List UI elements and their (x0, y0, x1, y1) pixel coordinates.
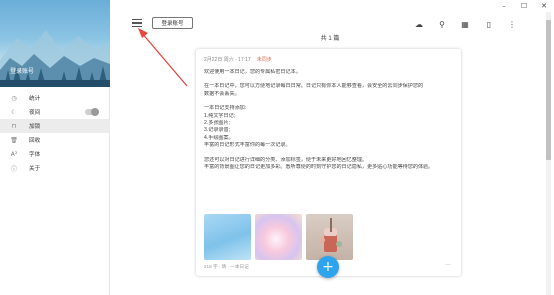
entry-line: 一本日记支持添加: (204, 105, 247, 112)
entry-line: 在一本日记中，您可以方便地记录每日日常。日记只有你本人能够查看，会安全的云同步保… (204, 83, 424, 90)
entry-meta: 218 字 · 晴 · 一本日记 (204, 264, 249, 269)
entry-line: 数据不会丢失。 (204, 90, 240, 97)
scrollbar-thumb[interactable] (546, 20, 551, 160)
minimize-button[interactable]: – (494, 0, 514, 12)
window-titlebar: – ☐ ✕ (0, 0, 554, 12)
entry-image-sky[interactable] (204, 214, 251, 260)
scrollbar[interactable] (546, 12, 551, 295)
entry-body: 欢迎使用一本日记，您的专属私密日记本。在一本日记中，您可以方便地记录每日日常。日… (204, 69, 452, 171)
entry-images (204, 214, 353, 260)
diary-entry-card[interactable]: 2月22日 周六 · 17:17 未同步 欢迎使用一本日记，您的专属私密日记本。在… (196, 49, 461, 276)
entry-more-icon[interactable]: ··· (445, 262, 451, 268)
entry-line: 2.多张图片; (204, 120, 231, 127)
entry-line: 3.记录录音; (204, 127, 231, 134)
entry-line: 您还可以对日记进行详细的分类、添加标签，便于未来更好地回忆整理。 (204, 156, 368, 163)
entry-image-drink[interactable] (306, 214, 353, 260)
close-button[interactable]: ✕ (534, 0, 554, 12)
maximize-button[interactable]: ☐ (514, 0, 534, 12)
add-entry-button[interactable]: + (317, 256, 339, 278)
sync-status: 未同步 (256, 57, 272, 63)
entry-line: 丰富的日记形式丰富你的每一次记录。 (204, 142, 291, 149)
entry-line: 欢迎使用一本日记，您的专属私密日记本。 (204, 69, 301, 75)
entry-line: 4.手绘图案。 (204, 134, 234, 141)
entry-image-pastel[interactable] (255, 214, 302, 260)
entry-line: 1.纯文字日记; (204, 112, 236, 119)
entry-line: 丰富的背景图让您的日记更加多彩。悉听尊便的时刻守护您的日记隐私，更多贴心功能等待… (204, 164, 434, 171)
entry-date: 2月22日 周六 · 17:17 未同步 (204, 57, 272, 63)
